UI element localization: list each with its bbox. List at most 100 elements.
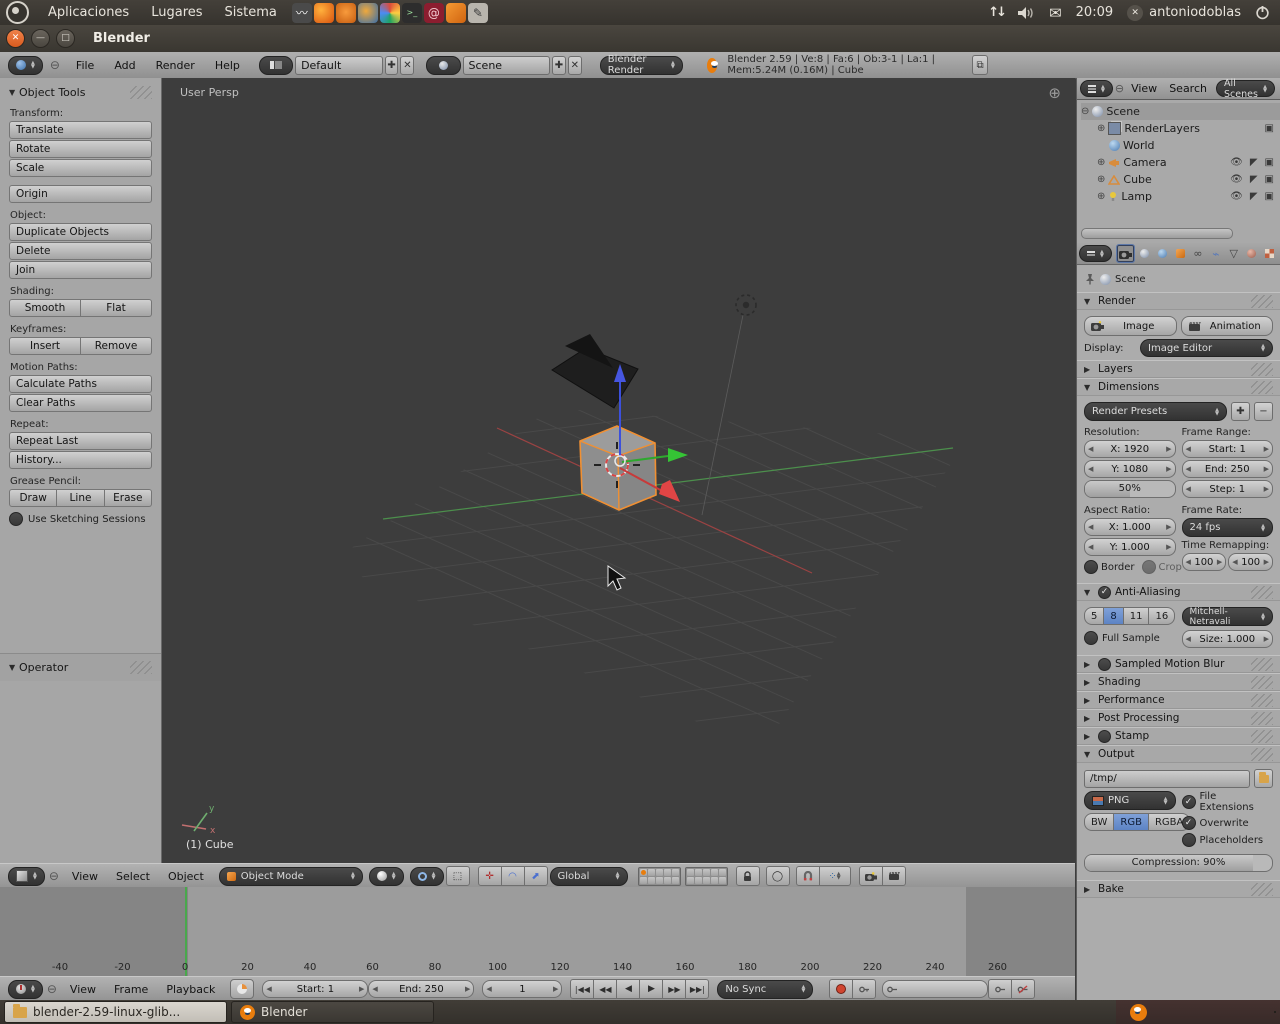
render-panel-header[interactable]: ▼Render: [1077, 292, 1280, 310]
aspect-x-field[interactable]: ◀X: 1.000▶: [1084, 518, 1176, 536]
object-tools-panel-header[interactable]: ▼ Object Tools: [9, 84, 152, 101]
layer-cell[interactable]: [711, 869, 718, 876]
layer-cell[interactable]: [719, 877, 726, 884]
rotate-button[interactable]: Rotate: [9, 140, 152, 158]
tab-object-data[interactable]: ▽: [1225, 245, 1242, 262]
performance-panel-header[interactable]: ▶Performance: [1077, 691, 1280, 709]
frame-rate-select[interactable]: 24 fps ▲▼: [1182, 518, 1274, 537]
layers-panel-header[interactable]: ▶Layers: [1077, 360, 1280, 378]
remap-new-field[interactable]: ◀100▶: [1228, 553, 1273, 571]
border-checkbox[interactable]: [1084, 560, 1098, 574]
lamp-object[interactable]: [736, 295, 756, 315]
file-extensions-checkbox[interactable]: ✓: [1182, 795, 1196, 809]
timeline-editor-selector[interactable]: ▲▼: [8, 980, 43, 999]
panel-drag-grip[interactable]: [130, 661, 152, 674]
resolution-percent-slider[interactable]: 50%: [1084, 480, 1176, 498]
overwrite-checkbox[interactable]: ✓: [1182, 816, 1196, 830]
panel-drag-grip[interactable]: [1251, 748, 1273, 761]
terminal-launcher-icon[interactable]: >_: [402, 3, 422, 23]
layer-cell[interactable]: [687, 869, 694, 876]
collapse-menus-icon[interactable]: ⊖: [1115, 82, 1124, 95]
renderable-camera-icon[interactable]: ▣: [1265, 174, 1274, 185]
outliner-hscrollbar[interactable]: [1081, 228, 1233, 239]
menu-add[interactable]: Add: [105, 59, 144, 72]
outliner-row-scene[interactable]: ⊖ Scene: [1081, 103, 1280, 120]
scene-delete-button[interactable]: ✕: [568, 56, 582, 75]
motion-blur-checkbox[interactable]: [1098, 658, 1111, 671]
manipulator-rotate-button[interactable]: ◠: [502, 866, 525, 886]
panel-drag-grip[interactable]: [1251, 676, 1273, 689]
use-preview-range-button[interactable]: [230, 979, 254, 999]
remap-old-field[interactable]: ◀100▶: [1182, 553, 1227, 571]
color-mode-bw[interactable]: BW: [1084, 813, 1114, 831]
layer-cell[interactable]: [695, 869, 702, 876]
output-browse-button[interactable]: [1254, 769, 1273, 788]
menu-file[interactable]: File: [67, 59, 103, 72]
display-select[interactable]: Image Editor ▲▼: [1140, 339, 1273, 357]
panel-drag-grip[interactable]: [1251, 381, 1273, 394]
outliner-editor-selector[interactable]: ▲▼: [1080, 80, 1113, 97]
object-menu[interactable]: Object: [159, 870, 213, 883]
full-sample-checkbox[interactable]: [1084, 631, 1098, 645]
window-titlebar[interactable]: ✕ — □ Blender: [0, 25, 1280, 53]
output-format-select[interactable]: PNG ▲▼: [1084, 791, 1176, 810]
jump-to-start-button[interactable]: |◀◀: [570, 979, 594, 999]
timeline-canvas[interactable]: -40-200204060801001201401601802002202402…: [0, 887, 1075, 976]
panel-drag-grip[interactable]: [1251, 363, 1273, 376]
delete-keyframes-button[interactable]: [1012, 979, 1035, 999]
next-keyframe-button[interactable]: ▶▶: [663, 979, 686, 999]
placeholders-checkbox[interactable]: [1182, 833, 1196, 847]
selectable-arrow-icon[interactable]: ◤: [1250, 174, 1258, 185]
selectable-arrow-icon[interactable]: ◤: [1250, 191, 1258, 202]
render-animation-button[interactable]: Animation: [1181, 316, 1274, 336]
selectable-arrow-icon[interactable]: ◤: [1250, 157, 1258, 168]
me-menu[interactable]: ✕ antoniodoblas: [1127, 5, 1241, 21]
taskbar-window-1[interactable]: blender-2.59-linux-glib...: [4, 1001, 227, 1023]
layer-cell[interactable]: [640, 869, 647, 876]
origin-button[interactable]: Origin: [9, 185, 152, 203]
crop-checkbox[interactable]: [1142, 560, 1156, 574]
timeline-frame-menu[interactable]: Frame: [105, 983, 157, 996]
ubuntu-logo-icon[interactable]: [6, 1, 29, 24]
outliner-view-menu[interactable]: View: [1126, 82, 1162, 95]
erase-button[interactable]: Erase: [105, 489, 152, 507]
panel-drag-grip[interactable]: [1251, 712, 1273, 725]
play-button[interactable]: ▶: [640, 979, 663, 999]
outliner-row-lamp[interactable]: ⊕ Lamp 👁 ◤ ▣: [1081, 188, 1280, 205]
aa-samples-8[interactable]: 8: [1104, 607, 1123, 625]
outliner-row-renderlayers[interactable]: ⊕ RenderLayers ▣: [1081, 120, 1280, 137]
properties-region-expand-icon[interactable]: ⊕: [1048, 84, 1061, 102]
outliner-search-menu[interactable]: Search: [1164, 82, 1212, 95]
render-presets-select[interactable]: Render Presets ▲▼: [1084, 402, 1227, 421]
blender-cube-launcher-icon[interactable]: [446, 3, 466, 23]
motion-blur-panel-header[interactable]: ▶ Sampled Motion Blur: [1077, 655, 1280, 673]
panel-drag-grip[interactable]: [1251, 883, 1273, 896]
panel-drag-grip[interactable]: [1251, 658, 1273, 671]
aa-samples-11[interactable]: 11: [1124, 607, 1150, 625]
collapse-menus-icon[interactable]: ⊖: [43, 982, 61, 996]
menu-help[interactable]: Help: [206, 59, 249, 72]
workspace-switcher[interactable]: [1274, 1011, 1276, 1013]
screen-layout-name[interactable]: Default: [295, 56, 383, 75]
operator-panel-header[interactable]: ▼ Operator: [9, 659, 152, 676]
timeline-view-menu[interactable]: View: [61, 983, 105, 996]
bake-panel-header[interactable]: ▶Bake: [1077, 880, 1280, 898]
window-maximize-button[interactable]: □: [56, 29, 75, 48]
calculate-paths-button[interactable]: Calculate Paths: [9, 375, 152, 393]
repeat-last-button[interactable]: Repeat Last: [9, 432, 152, 450]
panel-drag-grip[interactable]: [1251, 586, 1273, 599]
prev-keyframe-button[interactable]: ◀◀: [594, 979, 617, 999]
power-indicator-icon[interactable]: [1255, 5, 1270, 20]
insert-keyframes-button[interactable]: [988, 979, 1012, 999]
frame-step-field[interactable]: ◀Step: 1▶: [1182, 480, 1274, 498]
layer-cell[interactable]: [656, 877, 663, 884]
tab-render[interactable]: [1116, 244, 1135, 263]
end-frame-field[interactable]: ◀End: 250▶: [1182, 460, 1274, 478]
view3d-editor-selector[interactable]: ▲▼: [8, 867, 45, 886]
visibility-eye-icon[interactable]: 👁: [1230, 174, 1243, 185]
render-image-button[interactable]: [859, 866, 883, 886]
select-menu[interactable]: Select: [107, 870, 159, 883]
tab-constraints[interactable]: ∞: [1189, 245, 1206, 262]
antialiasing-panel-header[interactable]: ▼ ✓ Anti-Aliasing: [1077, 583, 1280, 601]
blender-tray-icon[interactable]: [1130, 1004, 1147, 1021]
